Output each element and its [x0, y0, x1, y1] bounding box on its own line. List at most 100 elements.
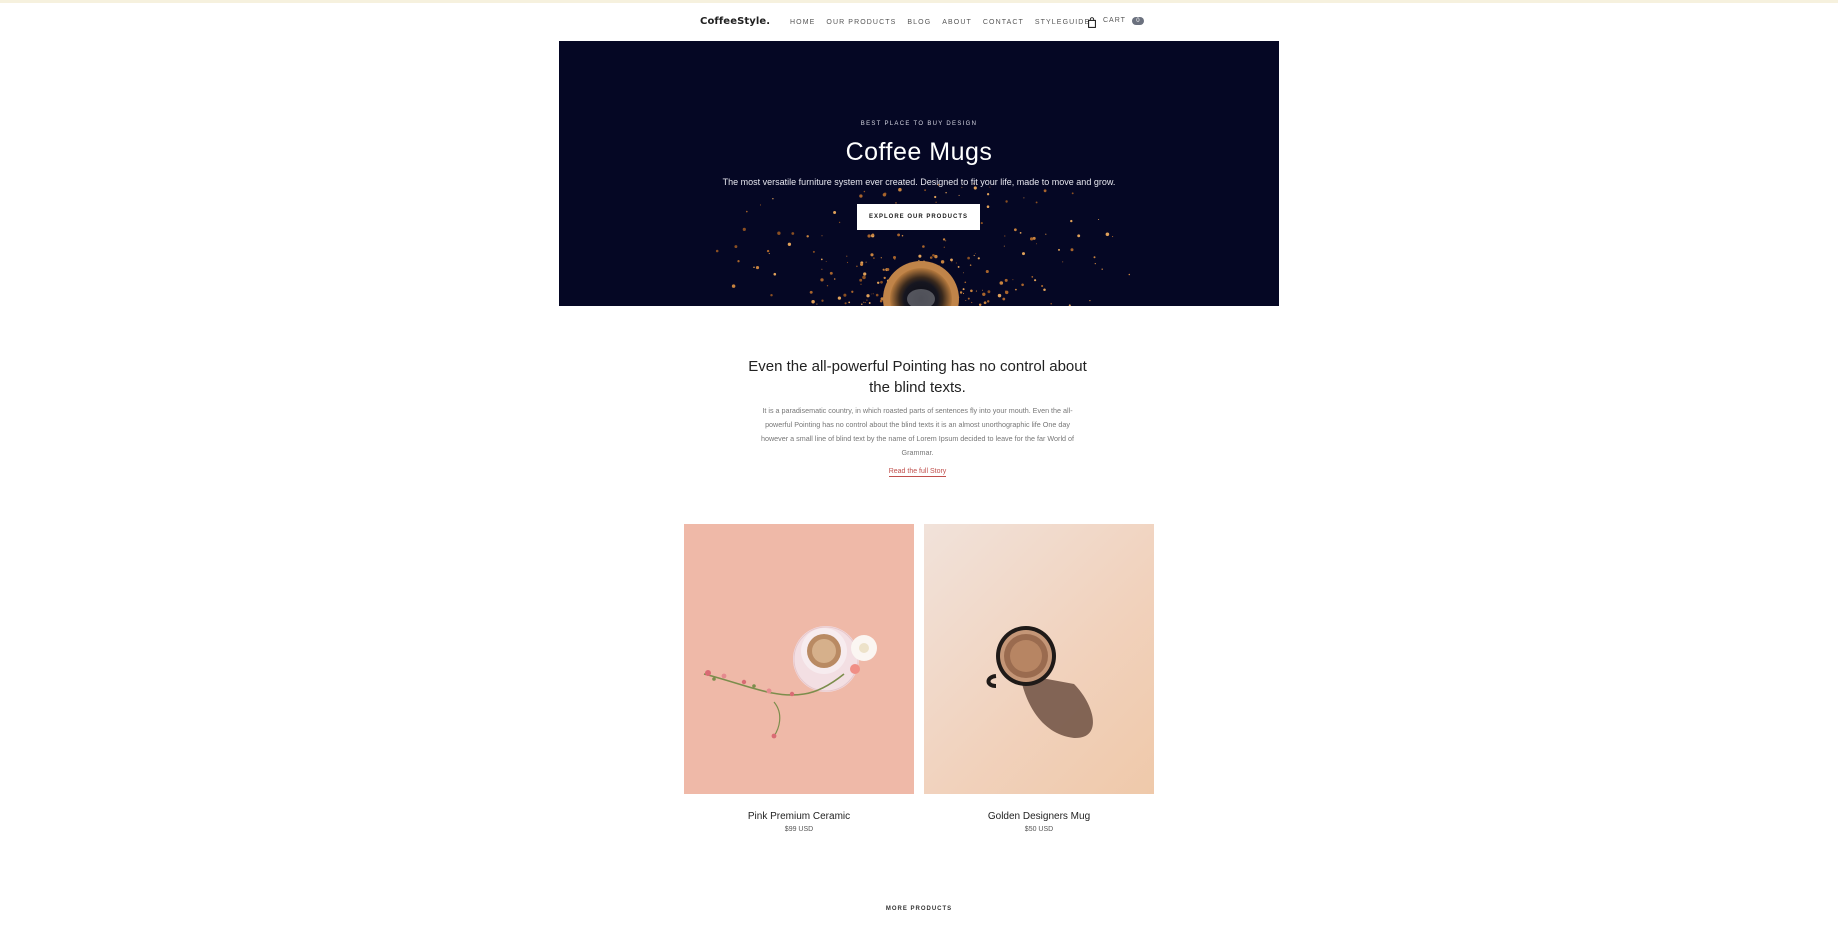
coffee-ground-particle — [1058, 248, 1060, 251]
nav-item-contact[interactable]: CONTACT — [983, 19, 1024, 26]
coffee-ground-particle — [1070, 248, 1074, 252]
product-image-pink-mug — [684, 524, 914, 794]
coffee-ground-particle — [844, 302, 847, 305]
coffee-ground-particle — [967, 256, 970, 260]
nav-item-our-products[interactable]: OUR PRODUCTS — [826, 19, 896, 26]
coffee-ground-particle — [820, 258, 823, 261]
coffee-ground-particle — [866, 294, 870, 298]
coffee-ground-particle — [766, 249, 770, 253]
coffee-ground-particle — [1093, 256, 1096, 259]
coffee-ground-particle — [863, 272, 867, 276]
coffee-ground-particle — [846, 255, 848, 257]
coffee-ground-particle — [1098, 218, 1100, 221]
coffee-ground-particle — [1004, 290, 1009, 295]
coffee-ground-particle — [882, 193, 887, 197]
product-card[interactable]: Golden Designers Mug $50 USD — [924, 524, 1154, 833]
coffee-ground-particle — [978, 303, 982, 306]
coffee-ground-particle — [1031, 276, 1034, 278]
coffee-ground-particle — [892, 255, 897, 260]
brand-logo[interactable]: CoffeeStyle. — [700, 16, 770, 27]
coffee-ground-particle — [791, 232, 795, 235]
coffee-ground-particle — [825, 261, 827, 262]
coffee-ground-particle — [1112, 236, 1114, 238]
coffee-ground-particle — [759, 204, 762, 206]
cart-button[interactable]: CART 0 — [1088, 15, 1144, 28]
coffee-ground-particle — [883, 276, 886, 280]
hero-subtitle: The most versatile furniture system ever… — [722, 177, 1116, 187]
product-image-golden-mug — [924, 524, 1154, 794]
coffee-ground-particle — [862, 275, 866, 280]
hero-banner: BEST PLACE TO BUY DESIGN Coffee Mugs The… — [559, 41, 1279, 306]
coffee-ground-particle — [1029, 237, 1034, 241]
coffee-ground-particle — [1077, 234, 1081, 238]
coffee-ground-particle — [731, 284, 736, 288]
coffee-ground-particle — [1014, 228, 1017, 232]
more-products-link[interactable]: MORE PRODUCTS — [886, 906, 952, 912]
coffee-ground-particle — [970, 289, 973, 293]
coffee-ground-particle — [974, 253, 976, 254]
coffee-ground-particle — [838, 221, 841, 224]
nav-item-blog[interactable]: BLOG — [907, 19, 931, 26]
coffee-ground-particle — [1094, 262, 1096, 265]
coffee-ground-particle — [880, 280, 883, 284]
coffee-ground-particle — [829, 271, 833, 275]
coffee-ground-particle — [959, 291, 963, 294]
explore-products-button[interactable]: EXPLORE OUR PRODUCTS — [857, 204, 980, 230]
product-name: Pink Premium Ceramic — [747, 811, 851, 822]
story-section: Even the all-powerful Pointing has no co… — [745, 356, 1090, 478]
coffee-ground-particle — [934, 254, 938, 259]
nav-item-home[interactable]: HOME — [790, 19, 815, 26]
coffee-ground-particle — [999, 281, 1004, 285]
coffee-ground-particle — [755, 266, 760, 270]
coffee-grounds-image — [715, 183, 1131, 306]
coffee-ground-particle — [865, 261, 867, 263]
coffee-ground-particle — [1003, 245, 1005, 247]
coffee-ground-particle — [986, 193, 990, 196]
coffee-ground-particle — [833, 278, 836, 280]
coffee-ground-particle — [1034, 279, 1037, 282]
coffee-ground-particle — [753, 266, 755, 269]
coffee-ground-particle — [867, 234, 871, 238]
coffee-ground-particle — [898, 187, 902, 192]
coffee-ground-particle — [942, 238, 946, 241]
coffee-ground-particle — [866, 299, 868, 301]
coffee-ground-particle — [1071, 192, 1074, 195]
coffee-ground-particle — [843, 293, 847, 297]
coffee-ground-particle — [872, 293, 874, 295]
coffee-ground-particle — [935, 201, 937, 203]
coffee-ground-particle — [1035, 201, 1038, 204]
nav-item-about[interactable]: ABOUT — [942, 19, 972, 26]
coffee-ground-particle — [1036, 243, 1037, 245]
product-name: Golden Designers Mug — [987, 811, 1091, 822]
coffee-ground-particle — [962, 272, 964, 274]
coffee-ground-particle — [1005, 200, 1008, 203]
coffee-ground-particle — [1045, 233, 1047, 235]
coffee-ground-particle — [901, 234, 904, 237]
coffee-ground-particle — [879, 299, 883, 303]
nav-item-styleguide[interactable]: STYLEGUIDE — [1035, 19, 1090, 26]
coffee-ground-particle — [1068, 304, 1071, 306]
more-products-section: MORE PRODUCTS — [0, 897, 1838, 915]
coffee-ground-particle — [1089, 299, 1091, 302]
coffee-ground-particle — [812, 250, 815, 253]
coffee-ground-particle — [856, 265, 858, 268]
coffee-ground-particle — [983, 301, 987, 305]
coffee-ground-particle — [982, 292, 986, 296]
coffee-ground-particle — [886, 268, 890, 271]
coffee-ground-particle — [806, 235, 809, 238]
coffee-ground-particle — [977, 257, 980, 260]
coffee-ground-particle — [1062, 261, 1064, 263]
hero-title: Coffee Mugs — [845, 138, 993, 166]
product-card[interactable]: Pink Premium Ceramic $99 USD — [684, 524, 914, 833]
coffee-ground-particle — [1004, 278, 1008, 282]
coffee-ground-particle — [962, 288, 965, 291]
navbar: CoffeeStyle. HOME OUR PRODUCTS BLOG ABOU… — [0, 3, 1838, 41]
coffee-ground-particle — [861, 303, 863, 305]
read-full-story-link[interactable]: Read the full Story — [888, 468, 947, 477]
coffee-ground-particle — [950, 258, 953, 262]
coffee-ground-particle — [1014, 288, 1017, 291]
coffee-ground-particle — [1023, 197, 1025, 199]
coffee-ground-particle — [859, 194, 863, 198]
coffee-ground-particle — [943, 246, 945, 248]
coffee-ground-particle — [1128, 273, 1131, 276]
